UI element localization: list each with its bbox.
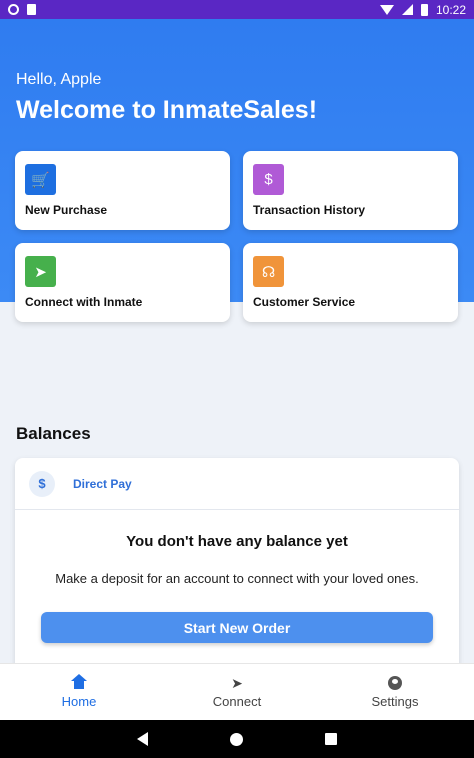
welcome-title: Welcome to InmateSales!: [16, 96, 318, 124]
balance-card: $ Direct Pay You don't have any balance …: [15, 458, 459, 678]
empty-balance-subtitle: Make a deposit for an account to connect…: [55, 571, 419, 586]
nav-connect[interactable]: ➤ Connect: [158, 664, 316, 720]
battery-icon: [420, 3, 428, 16]
home-icon: [71, 673, 87, 691]
empty-balance-title: You don't have any balance yet: [126, 533, 348, 550]
status-time: 10:22: [435, 2, 466, 17]
start-new-order-button[interactable]: Start New Order: [41, 612, 433, 643]
receipt-icon: $: [253, 164, 284, 195]
tile-label: New Purchase: [25, 203, 108, 217]
status-left: [8, 4, 36, 15]
tile-customer-service[interactable]: ☊ Customer Service: [243, 243, 458, 322]
status-right: 10:22: [379, 2, 466, 17]
signal-icon: [401, 4, 413, 15]
tile-new-purchase[interactable]: 🛒 New Purchase: [15, 151, 230, 230]
direct-pay-label: Direct Pay: [73, 476, 132, 491]
nav-connect-label: Connect: [212, 694, 262, 709]
settings-icon: [388, 675, 402, 691]
tile-label: Connect with Inmate: [25, 295, 143, 309]
greeting-text: Hello, Apple: [16, 71, 102, 88]
status-bar: 10:22: [0, 0, 474, 19]
balances-title: Balances: [16, 424, 91, 443]
wifi-icon: [379, 4, 394, 15]
tile-label: Customer Service: [253, 295, 356, 309]
tile-label: Transaction History: [253, 203, 366, 217]
cart-icon: 🛒: [25, 164, 56, 195]
headset-icon: ☊: [253, 256, 284, 287]
direct-pay-header[interactable]: $ Direct Pay: [15, 458, 459, 510]
send-icon: ➤: [25, 256, 56, 287]
nav-home-label: Home: [61, 694, 97, 709]
bottom-nav: Home ➤ Connect Settings: [0, 663, 474, 720]
nav-home[interactable]: Home: [0, 664, 158, 720]
nav-settings-label: Settings: [371, 694, 419, 709]
tile-transaction-history[interactable]: $ Transaction History: [243, 151, 458, 230]
nav-settings[interactable]: Settings: [316, 664, 474, 720]
send-icon: ➤: [231, 674, 243, 691]
home-button-icon[interactable]: [230, 732, 243, 746]
recent-apps-icon[interactable]: [325, 733, 337, 745]
direct-pay-icon: $: [29, 470, 55, 497]
back-icon[interactable]: [137, 732, 148, 746]
notification-icon: [8, 4, 19, 15]
system-nav-bar: [0, 720, 474, 758]
tile-connect-with-inmate[interactable]: ➤ Connect with Inmate: [15, 243, 230, 322]
sim-card-icon: [27, 4, 36, 15]
